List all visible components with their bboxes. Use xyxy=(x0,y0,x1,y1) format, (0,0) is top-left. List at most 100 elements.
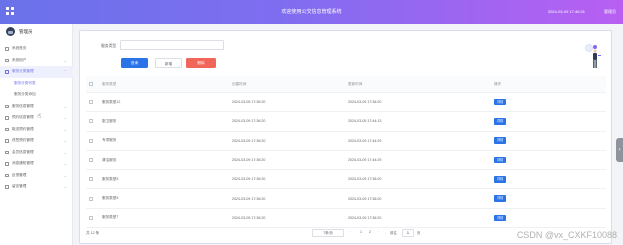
main-content: 服务类型 查询 新增 删除 服务类型 创建时间 更新时间 操作 服务类型 12 2… xyxy=(73,24,623,245)
sidebar-subitem-category-add[interactable]: 服务分类添加 xyxy=(0,89,73,101)
add-button[interactable]: 新增 xyxy=(155,58,182,68)
cell-service-type: 专项服务 xyxy=(102,138,117,143)
row-checkbox[interactable] xyxy=(89,177,93,182)
watermark: CSDN @vx_CXKF10088 xyxy=(516,230,617,240)
sidebar: 管理员 系统首页 系统用户 ⌄ 服务分类管理 ⌃ 服务分类列表 服务分类添加 服… xyxy=(0,24,73,245)
sidebar-subitem-category-list[interactable]: 服务分类列表 xyxy=(0,78,73,90)
sidebar-item-reschedule[interactable]: 改签预约管理 ⌄ xyxy=(0,135,73,147)
table-row: 服务类型12 2024-03-09 17:36:20 2024-03-09 17… xyxy=(86,93,606,113)
chevron-down-icon: ⌄ xyxy=(63,103,67,109)
folder-icon xyxy=(5,185,9,189)
row-checkbox[interactable] xyxy=(89,158,93,163)
row-checkbox[interactable] xyxy=(89,119,93,124)
sidebar-item-label: 改签预约管理 xyxy=(12,138,34,142)
sidebar-item-pickup[interactable]: 取送预约管理 ⌄ xyxy=(0,124,73,136)
cell-updated: 2024-03-09 17:36:20 xyxy=(348,177,382,182)
sidebar-brand: 管理员 xyxy=(0,24,73,40)
table-row: 厨卫服务 2024-03-09 17:36:20 2024-03-09 17:4… xyxy=(86,112,606,132)
user-menu[interactable]: 管理员 xyxy=(604,9,616,15)
table-row: 服务类型5 2024-03-09 17:36:20 2024-03-09 17:… xyxy=(86,170,606,190)
detail-button[interactable]: 详情 xyxy=(494,176,507,183)
next-page-button[interactable]: › xyxy=(378,230,379,234)
folder-icon xyxy=(5,70,9,74)
detail-button[interactable]: 详情 xyxy=(494,137,507,144)
folder-icon xyxy=(5,150,9,154)
prev-page-button[interactable]: ‹ xyxy=(350,230,351,234)
sidebar-item-notices[interactable]: 消息通知管理 ⌄ xyxy=(0,158,73,170)
chevron-up-icon: ⌃ xyxy=(63,69,67,74)
sidebar-item-label: 服务分类管理 xyxy=(12,69,34,73)
row-checkbox[interactable] xyxy=(89,196,93,201)
brand-name: 管理员 xyxy=(19,29,33,34)
cell-service-type: 服务类型5 xyxy=(102,176,119,181)
detail-button[interactable]: 详情 xyxy=(494,195,507,202)
detail-button[interactable]: 详情 xyxy=(494,156,507,164)
cell-service-type: 服务类型12 xyxy=(102,99,121,104)
cell-created: 2024-03-09 17:36:20 xyxy=(232,100,266,105)
table-header: 服务类型 创建时间 更新时间 操作 xyxy=(86,76,606,93)
chevron-right-icon[interactable]: › xyxy=(616,138,623,162)
cell-created: 2024-03-09 17:36:20 xyxy=(232,158,266,163)
cell-updated: 2024-03-09 17:36:20 xyxy=(348,100,382,105)
cell-service-type: 服务类型7 xyxy=(102,215,119,220)
sidebar-item-messages[interactable]: 留言管理 ⌄ xyxy=(0,181,73,193)
datetime: 2024-03-09 17:46:31 xyxy=(547,9,585,14)
total-count: 共 12 条 xyxy=(86,231,100,235)
sidebar-item-feedback[interactable]: 反馈管理 ⌄ xyxy=(0,170,73,182)
sidebar-item-label: 系统首页 xyxy=(12,46,27,50)
cell-updated: 2024-03-09 17:36:20 xyxy=(348,215,382,220)
select-all-checkbox[interactable] xyxy=(89,82,93,86)
column-header[interactable]: 创建时间 xyxy=(232,76,246,92)
cell-service-type: 清洁服务 xyxy=(102,157,117,162)
pointer-cursor-icon: ☝ xyxy=(37,113,42,120)
top-header: 欢迎使用公交信息管理系统 2024-03-09 17:46:31 管理员 xyxy=(0,0,623,24)
data-table: 服务类型 创建时间 更新时间 操作 服务类型12 2024-03-09 17:3… xyxy=(86,76,606,229)
person-illustration xyxy=(585,44,601,68)
home-icon xyxy=(5,47,9,51)
page-number-1[interactable]: 1 xyxy=(360,230,362,234)
sidebar-item-members[interactable]: 会员信息管理 ⌄ xyxy=(0,147,73,159)
chevron-down-icon: ⌄ xyxy=(63,57,67,63)
goto-suffix: 页 xyxy=(417,231,421,235)
column-header: 操作 xyxy=(494,81,502,86)
detail-button[interactable]: 详情 xyxy=(494,98,507,106)
cell-created: 2024-03-09 17:36:20 xyxy=(232,138,266,143)
table-row: 清洁服务 2024-03-09 17:36:20 2024-03-09 17:4… xyxy=(86,151,606,171)
sidebar-item-label: 会员信息管理 xyxy=(12,149,34,154)
detail-button[interactable]: 详情 xyxy=(494,118,507,125)
table-row: 专项服务 2024-03-09 17:36:20 2024-03-09 17:4… xyxy=(86,132,606,151)
chevron-down-icon: ⌄ xyxy=(63,149,67,155)
column-header[interactable]: 更新时间 xyxy=(348,76,362,92)
sidebar-item-service-category[interactable]: 服务分类管理 ⌃ xyxy=(0,66,73,78)
cell-updated: 2024-03-09 17:44:13 xyxy=(348,119,382,124)
goto-label: 前往 xyxy=(390,231,397,235)
sidebar-item-label: 预约信息管理 xyxy=(12,115,34,119)
detail-button[interactable]: 详情 xyxy=(494,214,507,222)
query-button[interactable]: 查询 xyxy=(121,58,148,68)
page-size-select[interactable]: 7条/页 xyxy=(312,229,344,237)
cell-updated: 2024-03-09 17:44:29 xyxy=(348,138,382,143)
chevron-down-icon: ⌄ xyxy=(63,184,67,189)
cell-service-type: 服务类型5 xyxy=(102,196,119,201)
cell-service-type: 厨卫服务 xyxy=(102,118,117,123)
sidebar-item-users[interactable]: 系统用户 ⌄ xyxy=(0,55,73,67)
cell-created: 2024-03-09 17:36:20 xyxy=(232,119,266,124)
sidebar-item-label: 服务信息管理 xyxy=(12,103,34,108)
page-number-2[interactable]: 2 xyxy=(369,230,371,234)
row-checkbox[interactable] xyxy=(89,215,93,220)
cell-created: 2024-03-09 17:36:20 xyxy=(232,177,266,182)
row-checkbox[interactable] xyxy=(89,100,93,105)
column-header[interactable]: 服务类型 xyxy=(102,76,116,92)
sidebar-item-service-info[interactable]: 服务信息管理 ⌄ xyxy=(0,101,73,113)
search-label: 服务类型 xyxy=(101,44,117,48)
chevron-down-icon: ⌄ xyxy=(63,172,67,178)
delete-button[interactable]: 删除 xyxy=(186,58,216,68)
row-checkbox[interactable] xyxy=(89,138,93,143)
table-row: 服务类型5 2024-03-09 17:36:20 2024-03-09 17:… xyxy=(86,189,606,209)
goto-page-input[interactable] xyxy=(402,229,414,237)
cell-created: 2024-03-09 17:36:20 xyxy=(232,215,266,220)
search-input[interactable] xyxy=(120,40,224,50)
folder-icon xyxy=(5,173,9,177)
sidebar-item-home[interactable]: 系统首页 xyxy=(0,43,73,55)
user-icon xyxy=(5,58,9,62)
